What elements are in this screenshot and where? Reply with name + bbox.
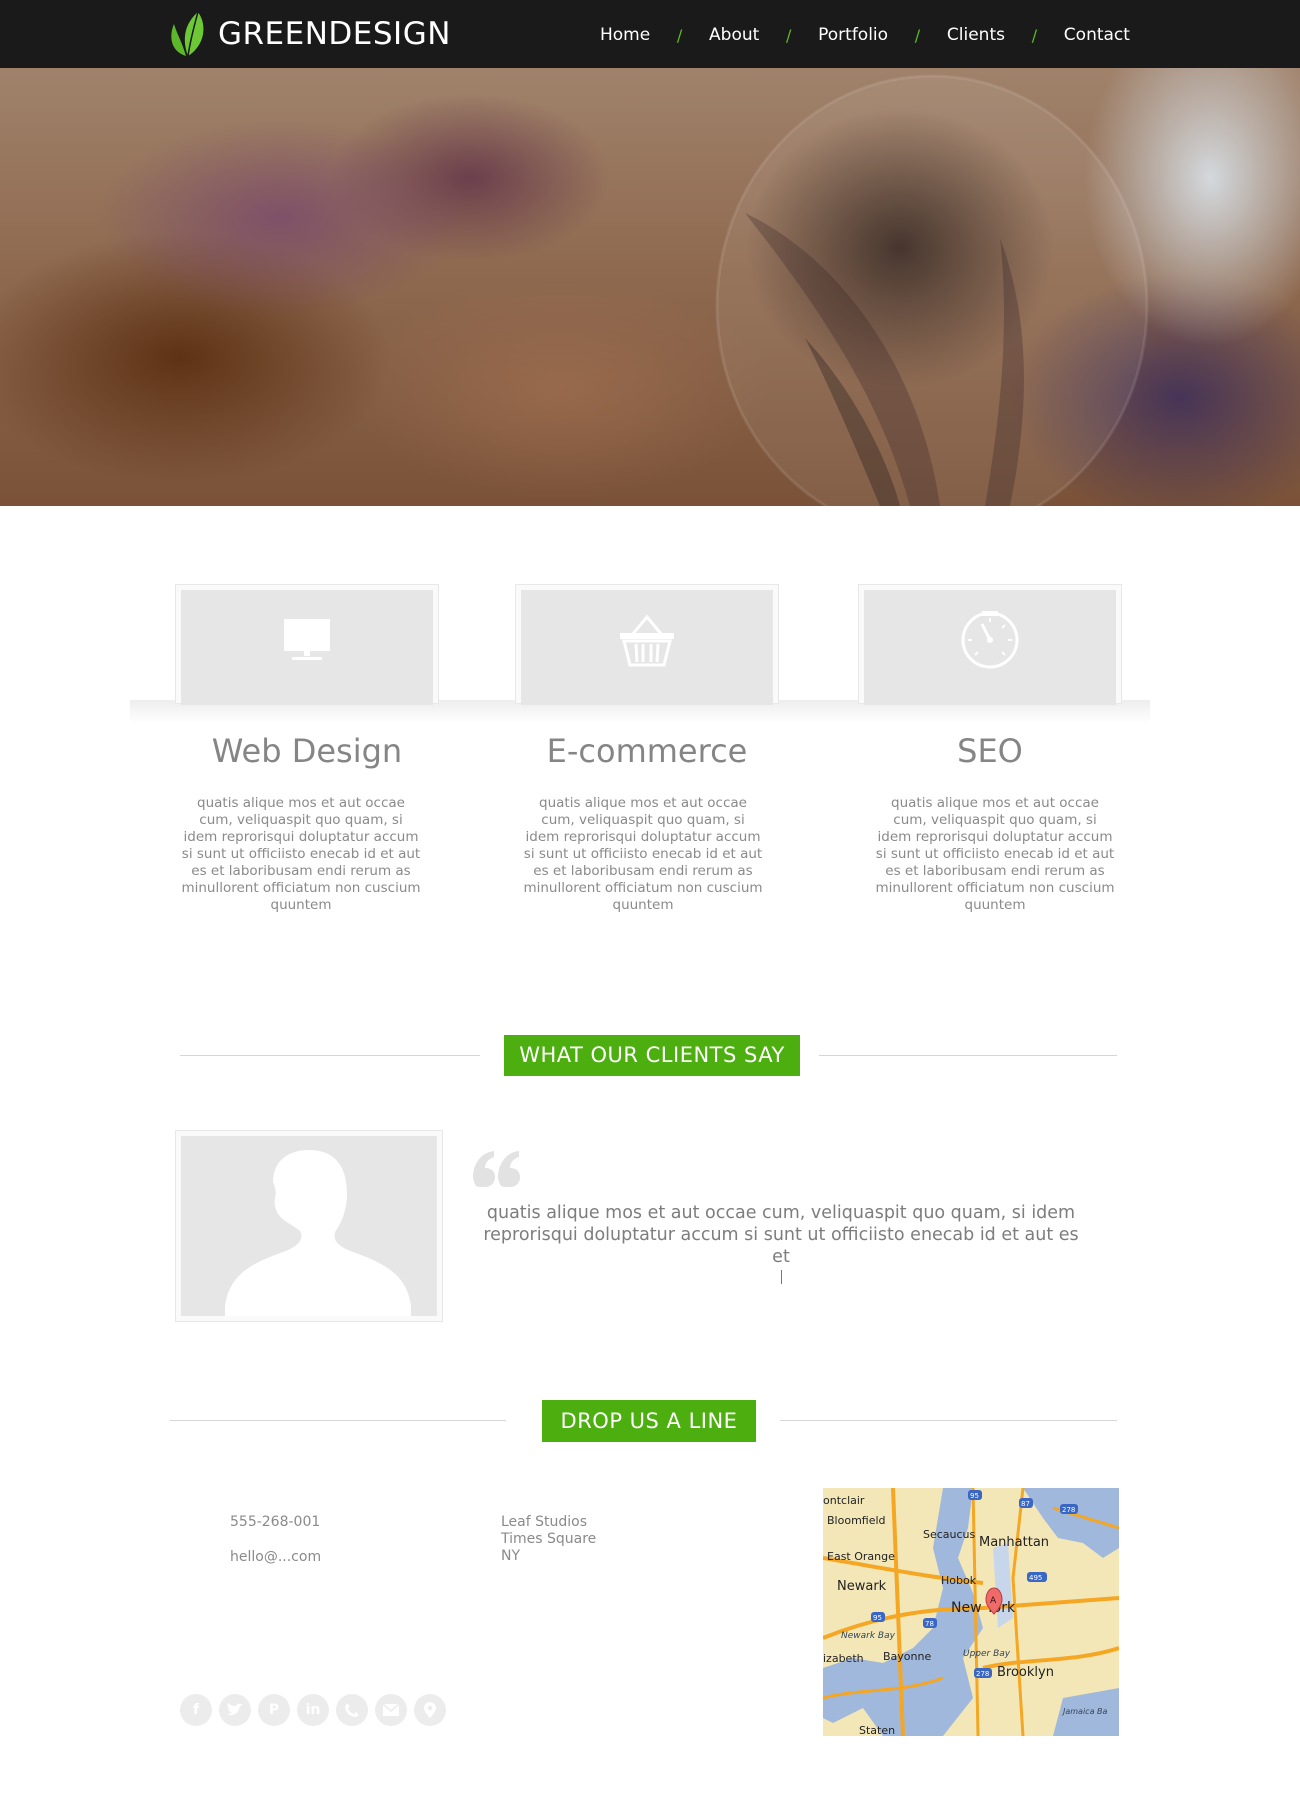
facebook-icon[interactable]: f bbox=[180, 1694, 212, 1726]
address-line: Leaf Studios bbox=[501, 1514, 588, 1530]
hero-leaf-watermark bbox=[715, 74, 1149, 506]
text-caret bbox=[780, 1270, 782, 1284]
svg-text:495: 495 bbox=[1029, 1574, 1042, 1582]
nav-home[interactable]: Home bbox=[600, 25, 650, 45]
divider-line bbox=[180, 1055, 480, 1056]
service-card-ecommerce[interactable] bbox=[515, 584, 779, 705]
map-label: Newark Bay bbox=[841, 1631, 896, 1641]
phone-icon[interactable] bbox=[336, 1694, 368, 1726]
service-title: E-commerce bbox=[546, 732, 748, 770]
pinterest-icon[interactable]: P bbox=[258, 1694, 290, 1726]
svg-text:A: A bbox=[990, 1596, 997, 1606]
phone-number[interactable]: 555-268-001 bbox=[230, 1514, 320, 1531]
top-navbar: GREENDESIGN Home / About / Portfolio / C… bbox=[0, 0, 1300, 68]
map-label: Bayonne bbox=[883, 1650, 931, 1663]
service-title: Web Design bbox=[211, 732, 403, 770]
nav-clients[interactable]: Clients bbox=[947, 25, 1005, 45]
service-card-web-design[interactable] bbox=[175, 584, 439, 705]
social-links: f P in bbox=[180, 1694, 446, 1726]
quote-text: quatis alique mos et aut occae cum, veli… bbox=[483, 1203, 1079, 1267]
nav-separator: / bbox=[1031, 25, 1038, 45]
client-avatar bbox=[175, 1130, 443, 1322]
nav-portfolio[interactable]: Portfolio bbox=[818, 25, 888, 45]
basket-icon bbox=[620, 614, 674, 666]
logo-text: GREENDESIGN bbox=[218, 16, 451, 52]
map-label: East Orange bbox=[827, 1550, 895, 1563]
mail-icon[interactable] bbox=[375, 1694, 407, 1726]
map-label: Bloomfield bbox=[827, 1514, 886, 1527]
service-image bbox=[864, 590, 1116, 705]
location-map[interactable]: 95 87 278 495 78 95 278 ontclair Bloomfi… bbox=[823, 1488, 1119, 1736]
map-label: New York bbox=[951, 1600, 1016, 1616]
avatar-placeholder bbox=[181, 1136, 437, 1316]
svg-text:78: 78 bbox=[925, 1620, 934, 1628]
email-address[interactable]: hello@...com bbox=[230, 1549, 321, 1566]
map-label: Staten bbox=[859, 1724, 895, 1736]
svg-text:95: 95 bbox=[970, 1492, 979, 1500]
divider-line bbox=[819, 1055, 1117, 1056]
svg-text:87: 87 bbox=[1021, 1500, 1030, 1508]
map-label: izabeth bbox=[823, 1652, 864, 1665]
map-label: Jamaica Ba bbox=[1061, 1707, 1108, 1716]
map-label: Hobok bbox=[941, 1574, 977, 1587]
address-line: NY bbox=[501, 1548, 521, 1564]
contact-heading: DROP US A LINE bbox=[542, 1400, 756, 1442]
linkedin-icon[interactable]: in bbox=[297, 1694, 329, 1726]
map-label: Secaucus bbox=[923, 1528, 976, 1541]
svg-text:278: 278 bbox=[1062, 1506, 1075, 1514]
nav-separator: / bbox=[786, 25, 792, 45]
testimonial-quote: quatis alique mos et aut occae cum, veli… bbox=[476, 1202, 1086, 1284]
service-card-seo[interactable] bbox=[858, 584, 1122, 705]
map-label: Upper Bay bbox=[963, 1649, 1011, 1659]
divider-line bbox=[780, 1420, 1117, 1421]
logo[interactable]: GREENDESIGN bbox=[168, 10, 451, 58]
twitter-icon[interactable] bbox=[219, 1694, 251, 1726]
hero-banner bbox=[0, 68, 1300, 506]
nav-separator: / bbox=[676, 25, 683, 45]
map-label: Manhattan bbox=[979, 1535, 1049, 1550]
service-description: quatis alique mos et aut occae cum, veli… bbox=[523, 795, 763, 913]
service-image bbox=[521, 590, 773, 705]
svg-text:95: 95 bbox=[873, 1614, 882, 1622]
map-label: ontclair bbox=[823, 1494, 865, 1507]
testimonials-heading: WHAT OUR CLIENTS SAY bbox=[504, 1035, 800, 1076]
divider-line bbox=[170, 1420, 506, 1421]
service-description: quatis alique mos et aut occae cum, veli… bbox=[875, 795, 1115, 913]
map-label: Newark bbox=[837, 1579, 887, 1594]
leaf-logo-icon bbox=[171, 11, 204, 57]
map-label: Brooklyn bbox=[997, 1665, 1054, 1680]
nav-separator: / bbox=[914, 25, 921, 45]
service-title: SEO bbox=[957, 732, 1023, 770]
monitor-icon bbox=[284, 618, 330, 660]
location-icon[interactable] bbox=[414, 1694, 446, 1726]
quote-icon bbox=[473, 1151, 520, 1187]
nav-about[interactable]: About bbox=[709, 25, 759, 45]
main-nav: Home / About / Portfolio / Clients / Con… bbox=[600, 22, 1130, 48]
person-silhouette-icon bbox=[225, 1150, 411, 1316]
address-line: Times Square bbox=[501, 1531, 597, 1547]
address-block: Leaf Studios Times Square NY bbox=[501, 1514, 596, 1565]
svg-text:278: 278 bbox=[976, 1670, 989, 1678]
speedometer-icon bbox=[961, 610, 1019, 668]
map-graphic: 95 87 278 495 78 95 278 ontclair Bloomfi… bbox=[823, 1488, 1119, 1736]
nav-contact[interactable]: Contact bbox=[1064, 25, 1130, 45]
service-image bbox=[181, 590, 433, 705]
service-description: quatis alique mos et aut occae cum, veli… bbox=[181, 795, 421, 913]
